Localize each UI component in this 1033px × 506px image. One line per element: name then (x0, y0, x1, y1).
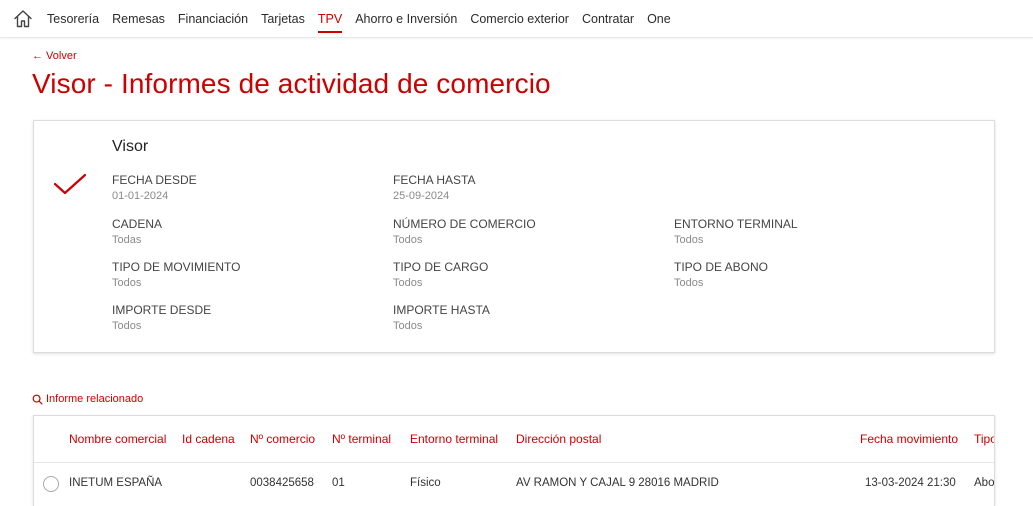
field-label: FECHA HASTA (393, 173, 476, 187)
cell-nombre-comercial: INETUM ESPAÑA (69, 477, 163, 489)
nav-item-tarjetas[interactable]: Tarjetas (261, 0, 305, 38)
column-header-entorno-terminal[interactable]: Entorno terminal (410, 432, 498, 446)
field-label: TIPO DE MOVIMIENTO (112, 260, 241, 274)
nav-item-tesoreria[interactable]: Tesorería (47, 0, 99, 38)
cell-n-terminal: 01 (332, 477, 345, 489)
column-header-tipo[interactable]: Tipo (974, 432, 994, 446)
cell-tipo: Abono (974, 477, 995, 489)
field-value: Todos (393, 277, 423, 289)
field-label: CADENA (112, 217, 163, 231)
field-label: IMPORTE HASTA (393, 303, 490, 317)
top-navigation: Tesorería Remesas Financiación Tarjetas … (0, 0, 1033, 38)
results-table: Nombre comercial Id cadena Nº comercio N… (33, 415, 995, 506)
field-value: Todos (674, 234, 704, 246)
field-value: Todos (674, 277, 704, 289)
column-header-fecha-movimiento[interactable]: Fecha movimiento (860, 432, 958, 446)
related-report-link[interactable]: Informe relacionado (32, 393, 143, 405)
nav-item-financiacion[interactable]: Financiación (178, 0, 248, 38)
back-link[interactable]: ← Volver (32, 50, 77, 62)
related-report-label: Informe relacionado (46, 393, 144, 405)
field-value: Todos (112, 277, 142, 289)
nav-item-remesas[interactable]: Remesas (112, 0, 165, 38)
column-header-n-comercio[interactable]: Nº comercio (250, 432, 315, 446)
field-tipo-abono: TIPO DE ABONO Todos (674, 260, 768, 289)
field-tipo-movimiento: TIPO DE MOVIMIENTO Todos (112, 260, 240, 289)
search-icon (32, 394, 43, 405)
cell-fecha-movimiento: 13-03-2024 21:30 (865, 477, 956, 489)
field-label: TIPO DE ABONO (674, 260, 769, 274)
nav-item-comercio-exterior[interactable]: Comercio exterior (470, 0, 569, 38)
page-title: Visor - Informes de actividad de comerci… (32, 68, 551, 99)
field-value: Todas (112, 234, 142, 246)
field-cadena: CADENA Todas (112, 217, 162, 246)
column-header-id-cadena[interactable]: Id cadena (182, 432, 235, 446)
home-icon[interactable] (13, 9, 33, 28)
field-importe-hasta: IMPORTE HASTA Todos (393, 303, 490, 332)
field-fecha-hasta: FECHA HASTA 25-09-2024 (393, 173, 475, 202)
column-header-nombre-comercial[interactable]: Nombre comercial (69, 432, 166, 446)
field-label: IMPORTE DESDE (112, 303, 212, 317)
cell-direccion-postal: AV RAMON Y CAJAL 9 28016 MADRID (516, 477, 719, 489)
field-importe-desde: IMPORTE DESDE Todos (112, 303, 211, 332)
field-label: TIPO DE CARGO (393, 260, 489, 274)
column-header-direccion-postal[interactable]: Dirección postal (516, 432, 601, 446)
field-label: ENTORNO TERMINAL (674, 217, 798, 231)
nav-menu: Tesorería Remesas Financiación Tarjetas … (47, 0, 684, 38)
cell-n-comercio: 0038425658 (250, 477, 314, 489)
field-value: Todos (393, 320, 423, 332)
field-entorno-terminal: ENTORNO TERMINAL Todos (674, 217, 798, 246)
field-tipo-cargo: TIPO DE CARGO Todos (393, 260, 488, 289)
field-value: Todos (112, 320, 142, 332)
row-select-radio[interactable] (43, 476, 59, 492)
field-value: Todos (393, 234, 423, 246)
field-value: 01-01-2024 (112, 190, 169, 202)
report-summary-card: Visor FECHA DESDE 01-01-2024 FECHA HASTA… (33, 120, 995, 353)
nav-item-contratar[interactable]: Contratar (582, 0, 634, 38)
checkmark-icon (53, 173, 87, 195)
column-header-n-terminal[interactable]: Nº terminal (332, 432, 391, 446)
header-divider (34, 462, 994, 463)
field-label: NÚMERO DE COMERCIO (393, 217, 536, 231)
cell-entorno-terminal: Físico (410, 477, 441, 489)
field-value: 25-09-2024 (393, 190, 450, 202)
field-label: FECHA DESDE (112, 173, 197, 187)
field-numero-comercio: NÚMERO DE COMERCIO Todos (393, 217, 536, 246)
nav-item-ahorro-inversion[interactable]: Ahorro e Inversión (355, 0, 457, 38)
card-title: Visor (112, 138, 149, 155)
nav-item-one[interactable]: One (647, 0, 671, 38)
nav-item-tpv[interactable]: TPV (317, 0, 343, 38)
field-fecha-desde: FECHA DESDE 01-01-2024 (112, 173, 197, 202)
